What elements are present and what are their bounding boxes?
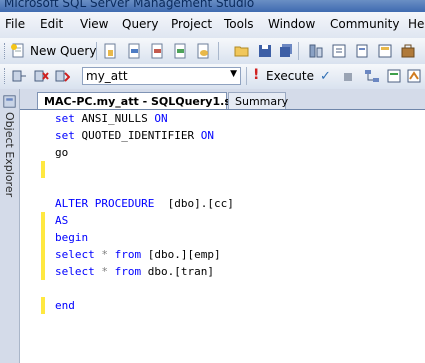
menu-view[interactable]: View xyxy=(80,17,108,31)
execute-button[interactable]: ! Execute xyxy=(251,67,317,85)
object-explorer-icon[interactable] xyxy=(331,43,347,59)
code-line: go xyxy=(55,146,69,159)
cancel-query-icon[interactable] xyxy=(344,73,352,81)
code-line: end xyxy=(55,299,75,312)
menu-tools[interactable]: Tools xyxy=(224,17,254,31)
toolbox-icon[interactable] xyxy=(400,43,416,59)
toolbar-grip[interactable] xyxy=(4,43,8,59)
toolbar-separator xyxy=(246,67,247,85)
new-query-icon xyxy=(11,43,24,58)
code-line: select * from [dbo.][emp] xyxy=(55,248,221,261)
database-select-value: my_att xyxy=(86,69,128,83)
tab-sqlquery1[interactable]: MAC-PC.my_att - SQLQuery1.sql* xyxy=(37,92,248,109)
sql-editor[interactable] xyxy=(38,110,425,363)
database-select[interactable]: my_att ▼ xyxy=(82,67,241,85)
title-bar: Microsoft SQL Server Management Studio xyxy=(0,0,425,12)
toolbar-separator xyxy=(96,42,97,60)
parse-checkmark-icon[interactable]: ✓ xyxy=(320,69,331,84)
connect-icon[interactable] xyxy=(11,68,27,84)
save-icon[interactable] xyxy=(257,43,273,59)
code-line: set ANSI_NULLS ON xyxy=(55,112,168,125)
code-line: select * from dbo.[tran] xyxy=(55,265,214,278)
standard-toolbar: New Query xyxy=(0,38,425,65)
menu-window[interactable]: Window xyxy=(268,17,315,31)
include-plan-icon[interactable] xyxy=(406,68,422,84)
properties-window-icon[interactable] xyxy=(377,43,393,59)
code-line: AS xyxy=(55,214,69,227)
change-marker xyxy=(41,246,45,263)
menu-project[interactable]: Project xyxy=(171,17,212,31)
change-marker xyxy=(41,297,45,314)
estimated-plan-icon[interactable] xyxy=(364,68,380,84)
execute-icon: ! xyxy=(253,67,260,83)
new-query-button[interactable]: New Query xyxy=(9,42,97,60)
change-marker xyxy=(41,229,45,246)
menu-query[interactable]: Query xyxy=(122,17,158,31)
new-query-label: New Query xyxy=(30,44,97,58)
code-line: ALTER PROCEDURE [dbo].[cc] xyxy=(55,197,234,210)
chevron-down-icon[interactable]: ▼ xyxy=(230,69,237,79)
window-title: Microsoft SQL Server Management Studio xyxy=(4,0,255,10)
change-marker xyxy=(41,161,45,178)
document-tabs: MAC-PC.my_att - SQLQuery1.sql* Summary xyxy=(20,89,425,110)
menu-edit[interactable]: Edit xyxy=(40,17,63,31)
registered-servers-icon[interactable] xyxy=(308,43,324,59)
menu-help[interactable]: Help xyxy=(408,17,425,31)
execute-label: Execute xyxy=(266,69,314,83)
object-explorer-tab[interactable]: Object Explorer xyxy=(2,112,16,202)
database-engine-query-icon[interactable] xyxy=(102,43,118,59)
sql-compact-query-icon[interactable] xyxy=(195,43,211,59)
open-folder-icon[interactable] xyxy=(234,43,250,59)
template-explorer-icon[interactable] xyxy=(354,43,370,59)
toolbar-separator xyxy=(218,42,219,60)
menu-bar: File Edit View Query Project Tools Windo… xyxy=(0,12,425,38)
change-marker xyxy=(41,263,45,280)
menu-file[interactable]: File xyxy=(5,17,25,31)
code-line: set QUOTED_IDENTIFIER ON xyxy=(55,129,214,142)
save-all-icon[interactable] xyxy=(278,43,294,59)
tab-summary[interactable]: Summary xyxy=(228,92,288,109)
query-designer-icon[interactable] xyxy=(386,68,402,84)
mdx-query-icon[interactable] xyxy=(126,43,142,59)
editor-gutter xyxy=(20,110,38,363)
menu-community[interactable]: Community xyxy=(330,17,399,31)
dmx-query-icon[interactable] xyxy=(149,43,165,59)
disconnect-icon[interactable] xyxy=(33,68,49,84)
change-connection-icon[interactable] xyxy=(54,68,70,84)
code-line: begin xyxy=(55,231,89,244)
toolbar-separator xyxy=(298,42,299,60)
object-explorer-tab-icon[interactable] xyxy=(3,95,16,108)
change-marker xyxy=(41,212,45,229)
sql-editor-toolbar: my_att ▼ ! Execute ✓ xyxy=(0,64,425,90)
xmla-query-icon[interactable] xyxy=(172,43,188,59)
toolbar-grip[interactable] xyxy=(4,68,8,84)
